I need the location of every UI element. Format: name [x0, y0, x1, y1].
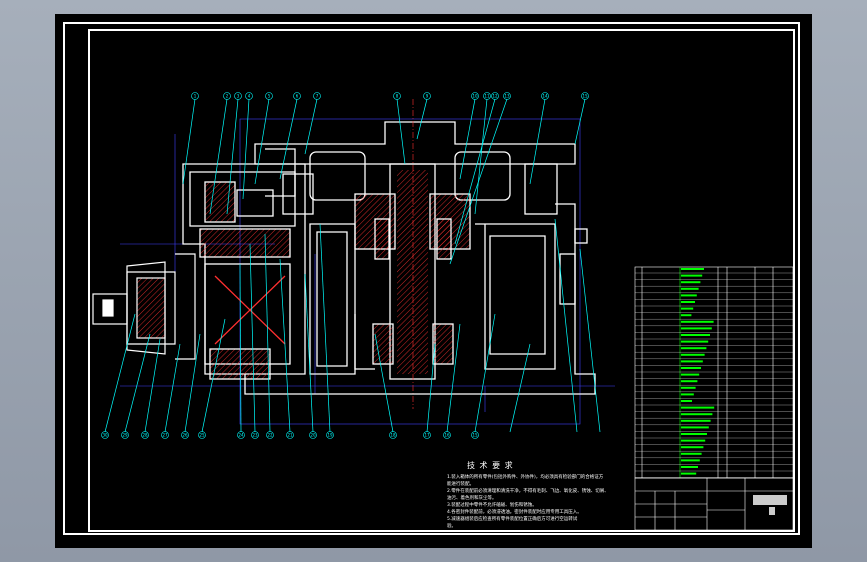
technical-requirement-line: 能进行装配。 — [447, 482, 474, 487]
parts-table-entry — [681, 334, 710, 336]
parts-table-entry — [681, 327, 712, 330]
technical-requirement-line: 验。 — [447, 524, 456, 529]
parts-table-entry — [681, 301, 695, 303]
parts-table-entry — [681, 347, 707, 350]
parts-table-entry — [681, 294, 697, 297]
parts-table-entry — [681, 406, 715, 409]
parts-table-entry — [681, 419, 711, 422]
parts-table-entry — [681, 413, 713, 416]
technical-requirement-line: 油污、着色剂和灰尘等。 — [447, 496, 497, 501]
parts-table-entry — [681, 281, 701, 284]
parts-table-entry — [681, 439, 706, 442]
parts-table-entry — [681, 360, 703, 363]
parts-table-entry — [681, 287, 699, 290]
parts-table-entry — [681, 367, 701, 369]
parts-table-entry — [681, 274, 703, 277]
cad-drawing-viewport[interactable]: 1 2 3 4 5 6 7 8 9 10 11 12 13 14 15 30 29 28 27 26 25 24 23 22 2… — [55, 14, 812, 548]
technical-requirement-line: 2.零件在装配前必须清理和清洗干净，不得有毛刺、飞边、氧化皮、锈蚀、切屑、 — [447, 489, 609, 494]
parts-table-entry — [681, 472, 697, 475]
parts-table-entry — [681, 307, 694, 310]
technical-requirement-line: 3.装配过程中零件不允许磕碰、划伤和锈蚀。 — [447, 503, 537, 508]
parts-table-entry — [681, 314, 692, 317]
technical-requirement-line: 5.减速器组装后应检查所有零件装配位置正确后方可进行空运转试 — [447, 517, 578, 522]
technical-requirement-line: 4.各密封件装配前，必须浸透油。密封件装配时应用专用工具压入。 — [447, 510, 582, 515]
technical-requirement-line: 1.装入箱体的所有零件(包括外购件、外协件)，均必须具有检验部门的合格证方 — [447, 475, 604, 480]
parts-table-entry — [681, 380, 698, 383]
parts-table-entry — [681, 459, 700, 462]
parts-table-entry — [681, 400, 692, 402]
parts-table-entry — [681, 466, 698, 468]
parts-table-entry — [681, 446, 704, 449]
parts-table-entry — [681, 386, 696, 389]
parts-table-entry — [681, 393, 694, 396]
parts-table-entry — [681, 353, 705, 356]
parts-table-entry — [681, 433, 707, 435]
parts-table-entry — [681, 426, 709, 429]
parts-table-entry — [681, 320, 714, 323]
parts-table-entry — [681, 268, 704, 270]
parts-table-entry — [681, 373, 700, 376]
parts-table-entry — [681, 452, 702, 455]
technical-requirements-title: 技 术 要 求 — [467, 461, 514, 470]
parts-list-table — [634, 266, 794, 531]
parts-table-entry — [681, 340, 709, 343]
